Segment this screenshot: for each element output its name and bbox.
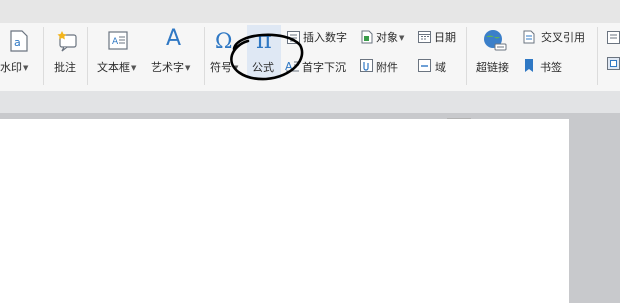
insert-number-label: 插入数字 — [303, 31, 347, 44]
crossref-icon — [523, 30, 535, 44]
dropdown-caret-icon: ▼ — [23, 64, 29, 72]
watermark-icon: a — [10, 30, 28, 52]
dropdown-caret-icon: ▼ — [185, 64, 191, 72]
textbox-label: 文本框 — [97, 61, 130, 74]
bookmark-label: 书签 — [540, 61, 562, 74]
comment-icon — [57, 31, 77, 52]
bookmark-icon — [525, 59, 533, 72]
ribbon-separator — [466, 27, 467, 85]
ribbon-separator — [87, 27, 88, 85]
watermark-label: 水印 — [0, 61, 22, 74]
field-label: 域 — [435, 61, 446, 74]
crossref-label: 交叉引用 — [541, 31, 585, 44]
wordart-label: 艺术字 — [151, 61, 184, 74]
title-strip — [0, 0, 620, 23]
comment-label: 批注 — [54, 61, 76, 74]
ribbon-separator — [204, 27, 205, 85]
page-margin-marker — [447, 118, 471, 125]
attachment-label: 附件 — [376, 61, 398, 74]
frame-icon[interactable] — [607, 57, 620, 70]
calendar-icon — [418, 31, 431, 43]
svg-text:a: a — [14, 36, 21, 49]
field-icon — [418, 59, 431, 72]
dropdown-caret-icon: ▼ — [131, 64, 137, 72]
object-icon — [361, 30, 373, 44]
globe-link-icon — [484, 30, 507, 51]
textbox-icon: A — [108, 31, 128, 50]
object-label: 对象 — [376, 31, 398, 44]
ribbon-separator — [597, 27, 598, 85]
document-icon[interactable] — [607, 31, 620, 44]
document-page[interactable] — [0, 119, 569, 303]
annotation-circle — [230, 33, 304, 81]
dropcap-label: 首字下沉 — [302, 61, 346, 74]
wordart-icon: A — [166, 26, 182, 51]
hyperlink-label: 超链接 — [476, 61, 509, 74]
ribbon-footer-area — [0, 91, 620, 113]
attachment-icon — [360, 59, 373, 72]
svg-text:A: A — [112, 37, 119, 47]
ribbon-separator — [43, 27, 44, 85]
dropdown-caret-icon: ▼ — [399, 34, 405, 42]
date-label: 日期 — [434, 31, 456, 44]
